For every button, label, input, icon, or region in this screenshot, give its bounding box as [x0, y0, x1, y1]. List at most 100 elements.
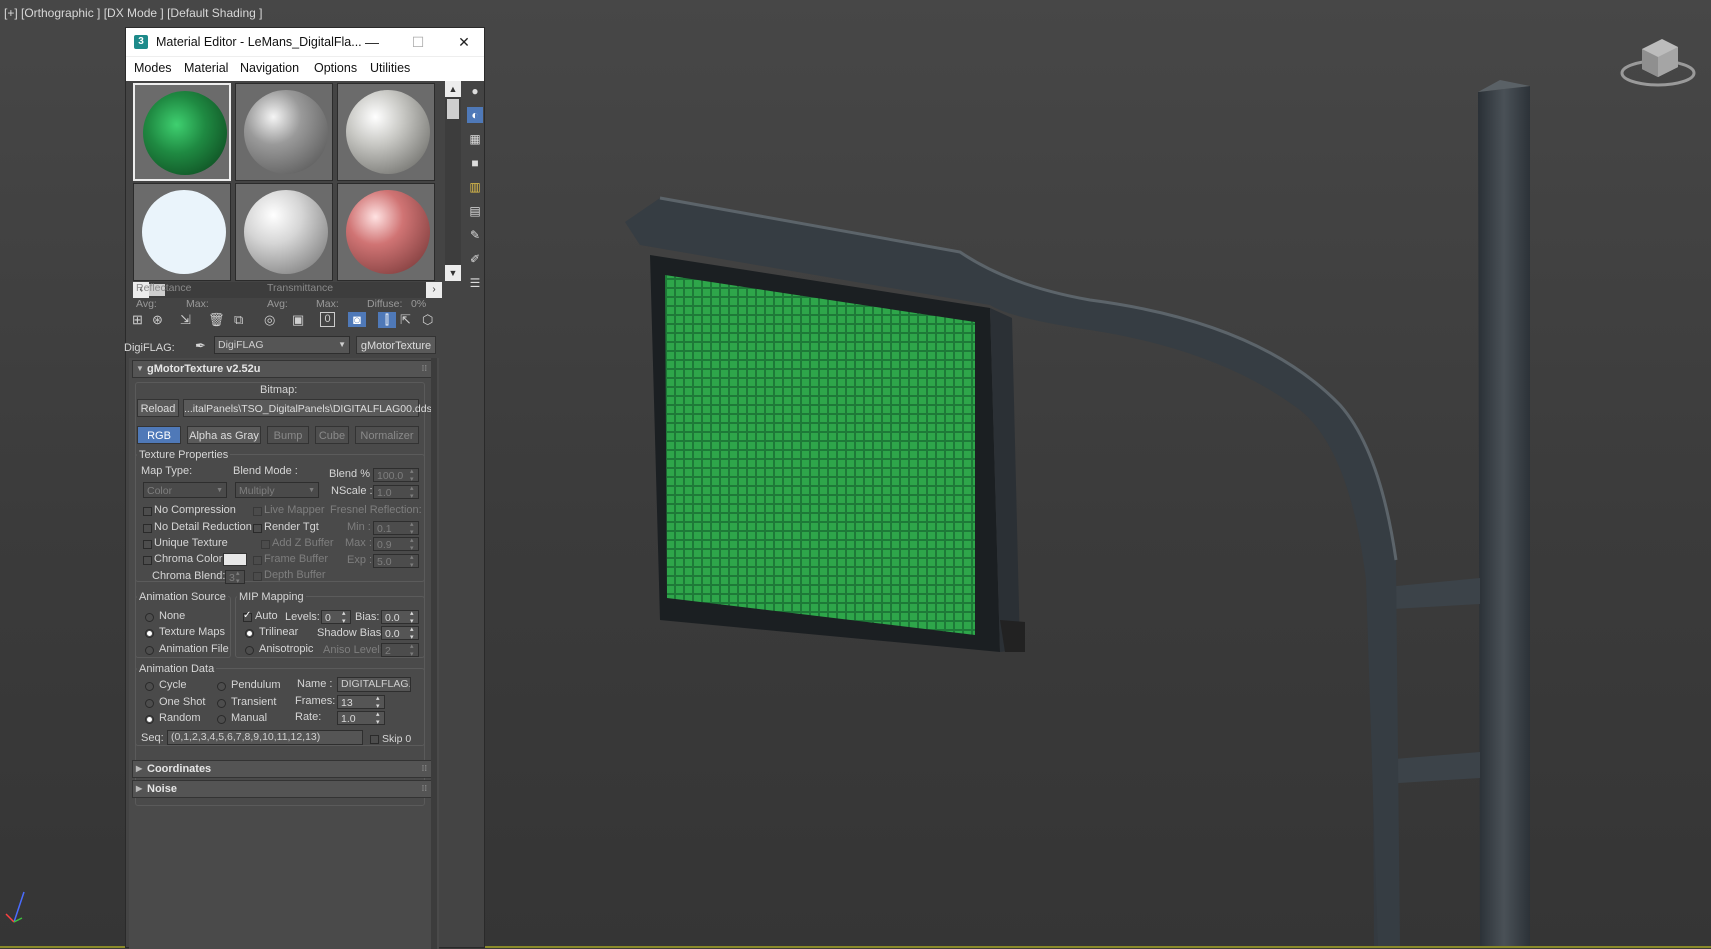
rollout-coordinates[interactable]: ▶ Coordinates ⁞⁞: [132, 760, 432, 778]
rgb-button[interactable]: RGB: [137, 426, 181, 444]
material-id-channel-icon[interactable]: 0: [320, 312, 335, 327]
material-type-button[interactable]: gMotorTexture: [356, 336, 436, 354]
chroma-color-checkbox[interactable]: [143, 556, 152, 565]
anim-source-none-radio[interactable]: [145, 613, 154, 622]
nscale-spinner[interactable]: 1.0: [373, 485, 419, 501]
rate-spinner[interactable]: 1.0: [337, 711, 385, 727]
bias-spinner[interactable]: 0.0: [381, 610, 419, 626]
panel-scrollbar[interactable]: [431, 358, 437, 949]
depth-buffer-checkbox[interactable]: [253, 572, 262, 581]
frames-spinner[interactable]: 13: [337, 695, 385, 711]
levels-spinner[interactable]: 0: [321, 610, 351, 626]
bump-button[interactable]: Bump: [267, 426, 309, 444]
expand-triangle-icon: ▶: [136, 784, 143, 793]
sample-slot-1[interactable]: [133, 83, 231, 181]
scroll-down-icon[interactable]: ▼: [445, 265, 461, 281]
anisotropic-radio[interactable]: [245, 646, 254, 655]
backlight-icon[interactable]: ◐: [467, 107, 483, 123]
anim-name-field[interactable]: DIGITALFLAG.dc: [337, 677, 411, 692]
frame-buffer-checkbox[interactable]: [253, 556, 262, 565]
no-detail-reduction-checkbox[interactable]: [143, 524, 152, 533]
seq-field[interactable]: (0,1,2,3,4,5,6,7,8,9,10,11,12,13): [167, 730, 363, 745]
anim-transient-radio[interactable]: [217, 699, 226, 708]
sample-slot-2[interactable]: [235, 83, 333, 181]
blend-pct-spinner[interactable]: 100.0: [373, 468, 419, 484]
minimize-button[interactable]: —: [356, 31, 388, 53]
cube-button[interactable]: Cube: [315, 426, 349, 444]
fresnel-exp-spinner[interactable]: 5.0: [373, 554, 419, 570]
anim-manual-radio[interactable]: [217, 715, 226, 724]
trilinear-radio[interactable]: [245, 629, 254, 638]
scroll-thumb[interactable]: [447, 99, 459, 119]
video-color-check-icon[interactable]: ▥: [467, 179, 483, 195]
chroma-blend-spinner[interactable]: 3: [225, 570, 245, 586]
menu-navigation[interactable]: Navigation: [240, 61, 299, 75]
menu-utilities[interactable]: Utilities: [370, 61, 410, 75]
blend-mode-dropdown[interactable]: Multiply ▼: [235, 482, 319, 498]
viewcube-icon[interactable]: [1618, 33, 1698, 91]
live-mapper-checkbox[interactable]: [253, 507, 262, 516]
get-material-icon[interactable]: ⊞: [132, 312, 143, 328]
sample-slot-3[interactable]: [337, 83, 435, 181]
background-icon[interactable]: ▦: [467, 131, 483, 147]
alpha-as-gray-button[interactable]: Alpha as Gray: [187, 426, 261, 444]
menu-modes[interactable]: Modes: [134, 61, 172, 75]
render-tgt-checkbox[interactable]: [253, 524, 262, 533]
show-shaded-icon[interactable]: ◙: [348, 312, 366, 327]
unique-texture-checkbox[interactable]: [143, 540, 152, 549]
anim-random-radio[interactable]: [145, 715, 154, 724]
menu-material[interactable]: Material: [184, 61, 228, 75]
anim-source-animation-file-radio[interactable]: [145, 646, 154, 655]
chroma-color-swatch[interactable]: [223, 553, 247, 566]
maximize-button[interactable]: ☐: [402, 31, 434, 53]
slots-vertical-scrollbar[interactable]: ▲ ▼: [445, 81, 461, 281]
close-button[interactable]: ✕: [448, 31, 480, 53]
sample-slot-6[interactable]: [337, 183, 435, 281]
eyedropper-icon[interactable]: ✒: [195, 338, 206, 354]
rollout-noise[interactable]: ▶ Noise ⁞⁞: [132, 780, 432, 798]
add-z-buffer-checkbox[interactable]: [261, 540, 270, 549]
sample-slot-5[interactable]: [235, 183, 333, 281]
put-to-scene-icon[interactable]: ⊛: [152, 312, 163, 328]
sample-slot-4[interactable]: [133, 183, 231, 281]
digital-flag-panel: [650, 255, 1025, 652]
material-name-field[interactable]: DigiFLAG ▼: [214, 336, 350, 354]
map-type-dropdown[interactable]: Color ▼: [143, 482, 227, 498]
reload-button[interactable]: Reload: [137, 399, 179, 417]
anim-cycle-radio[interactable]: [145, 682, 154, 691]
fresnel-min-spinner[interactable]: 0.1: [373, 521, 419, 537]
scroll-up-icon[interactable]: ▲: [445, 81, 461, 97]
go-to-parent-icon[interactable]: ⇱: [400, 312, 411, 328]
uv-tiling-icon[interactable]: ■: [467, 155, 483, 171]
sample-type-icon[interactable]: ●: [467, 83, 483, 99]
fresnel-max-spinner[interactable]: 0.9: [373, 537, 419, 553]
material-id-icon[interactable]: ▣: [292, 312, 304, 328]
assign-to-selection-icon[interactable]: ⇲: [180, 312, 191, 328]
show-end-result-icon[interactable]: ⫿: [378, 312, 396, 328]
go-forward-sibling-icon[interactable]: ⬡: [422, 312, 433, 328]
put-to-library-icon[interactable]: ◎: [264, 312, 275, 328]
normalizer-button[interactable]: Normalizer: [355, 426, 419, 444]
material-navigator-icon[interactable]: ☰: [467, 275, 483, 291]
select-by-material-icon[interactable]: ✐: [467, 251, 483, 267]
anim-pendulum-radio[interactable]: [217, 682, 226, 691]
options-icon[interactable]: ✎: [467, 227, 483, 243]
rollout-gmotortexture-title: gMotorTexture v2.52u: [147, 363, 261, 375]
anim-source-texture-maps-radio[interactable]: [145, 629, 154, 638]
menu-options[interactable]: Options: [314, 61, 357, 75]
anim-one-shot-radio[interactable]: [145, 699, 154, 708]
scroll-right-icon[interactable]: ›: [426, 282, 442, 298]
bitmap-path-button[interactable]: ...italPanels\TSO_DigitalPanels\DIGITALF…: [183, 399, 432, 417]
auto-mip-checkbox[interactable]: [243, 610, 252, 622]
make-preview-icon[interactable]: ▤: [467, 203, 483, 219]
title-bar[interactable]: 3 Material Editor - LeMans_DigitalFla...…: [126, 28, 484, 56]
shadow-bias-spinner[interactable]: 0.0: [381, 626, 419, 642]
make-unique-icon[interactable]: ⧉: [234, 312, 243, 328]
skip-zero-checkbox[interactable]: [370, 735, 379, 744]
fresnel-max-label: Max :: [345, 537, 372, 549]
material-editor-window[interactable]: 3 Material Editor - LeMans_DigitalFla...…: [124, 27, 485, 949]
no-compression-checkbox[interactable]: [143, 507, 152, 516]
aniso-level-spinner[interactable]: 2: [381, 643, 419, 659]
rollout-gmotortexture[interactable]: ▼ gMotorTexture v2.52u ⁞⁞: [132, 360, 432, 378]
reset-map-icon[interactable]: 🗑: [208, 312, 225, 328]
